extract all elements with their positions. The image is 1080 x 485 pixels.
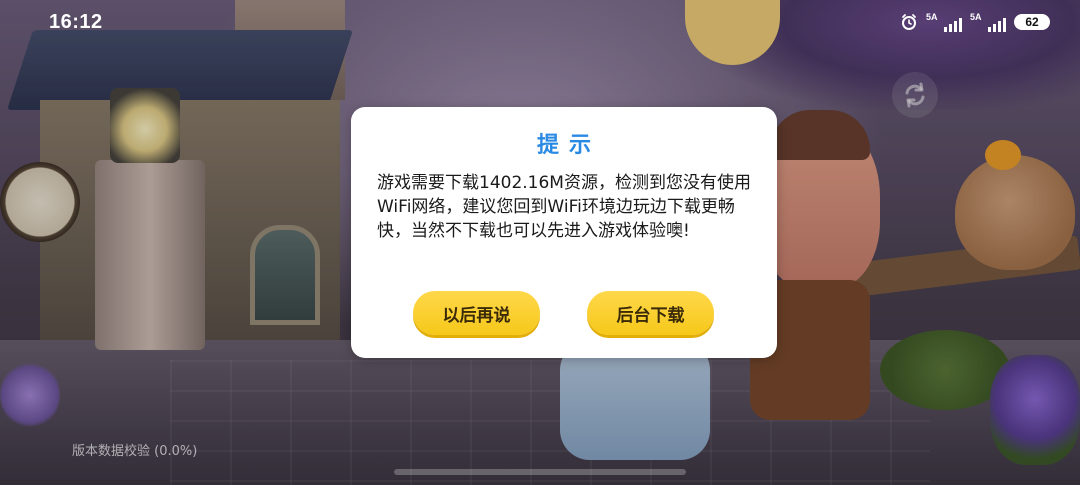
background-download-button[interactable]: 后台下载 — [587, 291, 714, 335]
alarm-icon — [902, 14, 916, 30]
status-time: 16:12 — [49, 11, 103, 33]
status-bar: 16:12 5A 5A 62 — [0, 0, 1080, 46]
dialog-message: 游戏需要下载1402.16M资源，检测到您没有使用WiFi网络，建议您回到WiF… — [377, 173, 751, 241]
verify-progress-bar — [394, 469, 686, 475]
download-prompt-dialog: 提示 游戏需要下载1402.16M资源，检测到您没有使用WiFi网络，建议您回到… — [351, 107, 777, 358]
dialog-title: 提示 — [536, 133, 601, 158]
status-icons: 5A 5A 62 — [900, 12, 1050, 32]
signal-icon: 5A — [970, 12, 1006, 32]
later-button[interactable]: 以后再说 — [413, 291, 540, 335]
version-verify-status: 版本数据校验 (0.0%) — [72, 444, 198, 459]
signal-icon: 5A — [926, 12, 962, 32]
signal-label: 5A — [970, 12, 982, 22]
signal-label: 5A — [926, 12, 938, 22]
battery-icon: 62 — [1014, 14, 1050, 30]
